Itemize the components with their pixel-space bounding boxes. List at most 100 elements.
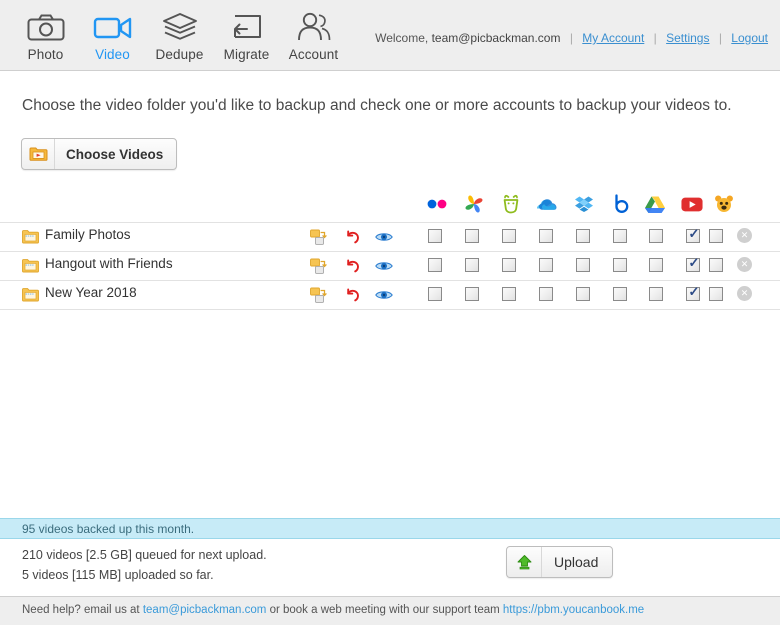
service-checkbox-flickr[interactable]: [428, 258, 442, 272]
users-icon: [280, 8, 347, 46]
service-checkbox-dropbox[interactable]: [576, 287, 590, 301]
video-folder-icon: [22, 139, 55, 169]
status-banner: 95 videos backed up this month.: [0, 518, 780, 539]
support-email-link[interactable]: team@picbackman.com: [143, 604, 267, 616]
settings-link[interactable]: Settings: [666, 31, 709, 45]
service-checkbox-google-photos[interactable]: [465, 287, 479, 301]
preview-icon[interactable]: [374, 227, 394, 247]
upload-button-label: Upload: [554, 554, 599, 570]
subfolder-icon[interactable]: [309, 256, 329, 276]
service-checkbox-youtube[interactable]: [686, 255, 701, 272]
table-row: Family Photos: [0, 222, 780, 252]
my-account-link[interactable]: My Account: [582, 31, 644, 45]
service-checkbox-onedrive[interactable]: [539, 287, 553, 301]
layers-icon: [146, 8, 213, 46]
service-checkbox-dropbox[interactable]: [576, 258, 590, 272]
service-checkbox-box[interactable]: [613, 287, 627, 301]
nav-item-label: Dedupe: [155, 47, 204, 62]
folder-rows: Family Photos ✓ ✕ Hangout with Friends ✓…: [0, 222, 780, 310]
nav-item-video[interactable]: Video: [79, 4, 146, 62]
folder-icon: [22, 287, 39, 307]
status-banner-text: 95 videos backed up this month.: [22, 522, 195, 536]
service-checkbox-google-drive[interactable]: [649, 287, 663, 301]
subfolder-icon[interactable]: [309, 285, 329, 305]
service-checkbox-smugmug[interactable]: [502, 287, 516, 301]
subfolder-icon[interactable]: [309, 227, 329, 247]
service-checkbox-flickr[interactable]: [428, 229, 442, 243]
top-navigation-bar: Photo Video Dedupe Migrate Account Welco…: [0, 0, 780, 71]
queued-status-text: 210 videos [2.5 GB] queued for next uplo…: [22, 548, 267, 562]
smugmug-icon: [500, 193, 522, 215]
divider: |: [653, 31, 657, 45]
nav-items: Photo Video Dedupe Migrate Account: [12, 4, 347, 62]
nav-item-migrate[interactable]: Migrate: [213, 4, 280, 62]
service-checkbox-flickr[interactable]: [428, 287, 442, 301]
user-email: team@picbackman.com: [431, 31, 561, 45]
reset-icon[interactable]: [342, 227, 362, 247]
service-checkbox-box[interactable]: [613, 229, 627, 243]
preview-icon[interactable]: [374, 285, 394, 305]
service-checkbox-google-photos[interactable]: [465, 258, 479, 272]
service-checkbox-dropbox[interactable]: [576, 229, 590, 243]
uploaded-status-text: 5 videos [115 MB] uploaded so far.: [22, 568, 214, 582]
reset-icon[interactable]: [342, 256, 362, 276]
footer-middle: or book a web meeting with our support t…: [269, 604, 500, 616]
service-checkbox-smugmug[interactable]: [502, 258, 516, 272]
picbackman-app: Photo Video Dedupe Migrate Account Welco…: [0, 0, 780, 625]
choose-videos-label: Choose Videos: [66, 146, 164, 162]
youtube-icon: [681, 193, 703, 215]
service-checkbox-onedrive[interactable]: [539, 258, 553, 272]
footer-bar: Need help? email us at team@picbackman.c…: [0, 596, 780, 625]
service-checkbox-photobucket[interactable]: [709, 287, 723, 301]
flickr-icon: [426, 193, 448, 215]
remove-row-icon[interactable]: [737, 227, 752, 243]
nav-item-label: Migrate: [223, 47, 270, 62]
service-icons-header: [0, 193, 780, 221]
dropbox-icon: [573, 193, 595, 215]
onedrive-icon: [536, 193, 558, 215]
box-icon: [611, 193, 633, 215]
nav-item-label: Video: [95, 47, 130, 62]
service-checkbox-google-drive[interactable]: [649, 258, 663, 272]
preview-icon[interactable]: [374, 256, 394, 276]
divider: |: [569, 31, 573, 45]
folder-name: Hangout with Friends: [45, 256, 173, 271]
divider: |: [718, 31, 722, 45]
nav-item-dedupe[interactable]: Dedupe: [146, 4, 213, 62]
video-icon: [79, 8, 146, 46]
upload-arrow-icon: [507, 547, 542, 577]
service-checkbox-photobucket[interactable]: [709, 229, 723, 243]
google-drive-icon: [644, 193, 666, 215]
service-checkbox-google-photos[interactable]: [465, 229, 479, 243]
nav-item-account[interactable]: Account: [280, 4, 347, 62]
service-checkbox-google-drive[interactable]: [649, 229, 663, 243]
service-checkbox-smugmug[interactable]: [502, 229, 516, 243]
folder-icon: [22, 258, 39, 278]
logout-link[interactable]: Logout: [731, 31, 768, 45]
nav-item-photo[interactable]: Photo: [12, 4, 79, 62]
nav-item-label: Photo: [27, 47, 64, 62]
service-checkbox-photobucket[interactable]: [709, 258, 723, 272]
remove-row-icon[interactable]: [737, 256, 752, 272]
table-row: New Year 2018: [0, 281, 780, 310]
page-headline: Choose the video folder you'd like to ba…: [22, 97, 732, 114]
table-row: Hangout with Friends: [0, 252, 780, 281]
google-photos-icon: [463, 193, 485, 215]
folder-icon: [22, 229, 39, 249]
folder-name: New Year 2018: [45, 285, 137, 300]
service-checkbox-youtube[interactable]: [686, 226, 701, 243]
reset-icon[interactable]: [342, 285, 362, 305]
upload-button[interactable]: Upload: [506, 546, 614, 578]
footer-prefix: Need help? email us at: [22, 604, 140, 616]
footer-text: Need help? email us at team@picbackman.c…: [22, 604, 644, 616]
choose-videos-button[interactable]: Choose Videos: [21, 138, 178, 170]
service-checkbox-onedrive[interactable]: [539, 229, 553, 243]
booking-url-link[interactable]: https://pbm.youcanbook.me: [503, 604, 644, 616]
photobucket-icon: [713, 193, 735, 215]
service-checkbox-box[interactable]: [613, 258, 627, 272]
service-checkbox-youtube[interactable]: [686, 284, 701, 301]
migrate-icon: [213, 8, 280, 46]
nav-item-label: Account: [288, 47, 339, 62]
welcome-area: Welcome, team@picbackman.com | My Accoun…: [375, 31, 768, 45]
remove-row-icon[interactable]: [737, 285, 752, 301]
